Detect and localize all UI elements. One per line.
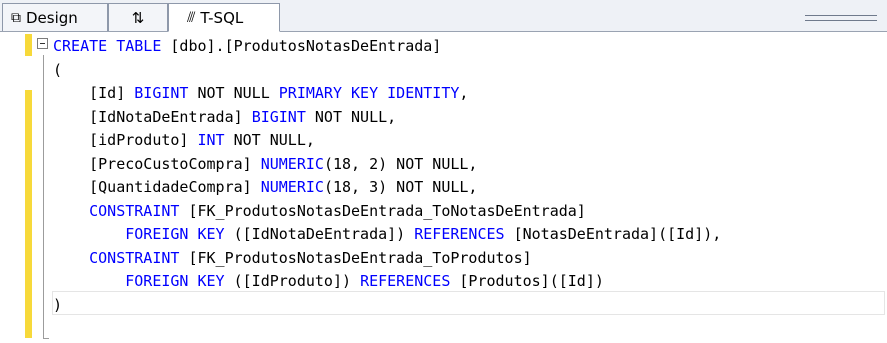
code-token: KEY xyxy=(351,84,379,102)
code-token: NOT NULL xyxy=(188,84,279,102)
swap-panes-button[interactable]: ⇅ xyxy=(108,3,168,31)
code-token: BIGINT xyxy=(251,107,306,126)
code-token: [Produtos]([Id]) xyxy=(450,272,604,290)
code-line: CREATE TABLE [dbo].[ProdutosNotasDeEntra… xyxy=(53,35,721,59)
code-line: FOREIGN KEY ([IdNotaDeEntrada]) REFERENC… xyxy=(53,223,721,247)
code-token: [IdNotaDeEntrada] xyxy=(53,107,252,126)
code-token: [FK_ProdutosNotasDeEntrada_ToProdutos] xyxy=(179,248,532,267)
code-token: CONSTRAINT xyxy=(89,248,180,267)
code-token: KEY xyxy=(197,225,225,243)
script-icon: ⫻ xyxy=(187,9,196,26)
code-token: , xyxy=(459,84,469,102)
code-token: ([IdProduto]) xyxy=(224,272,361,290)
code-line: FOREIGN KEY ([IdProduto]) REFERENCES [Pr… xyxy=(53,270,721,294)
code-line: CONSTRAINT [FK_ProdutosNotasDeEntrada_To… xyxy=(53,200,721,224)
code-token: FOREIGN xyxy=(125,272,189,290)
code-line: [IdNotaDeEntrada] BIGINT NOT NULL, xyxy=(53,106,721,130)
code-token: IDENTITY xyxy=(387,84,460,102)
code-token: NUMERIC xyxy=(260,154,324,173)
outline-guide-end xyxy=(43,338,49,339)
code-token: NUMERIC xyxy=(260,178,324,196)
code-token: ( xyxy=(53,60,63,79)
code-token: [Id] xyxy=(53,84,135,102)
outline-guide xyxy=(43,55,45,339)
change-marker xyxy=(25,90,32,338)
code-token: NOT NULL, xyxy=(305,107,397,126)
change-marker xyxy=(25,34,32,56)
code-token: REFERENCES xyxy=(414,225,505,243)
code-token: [dbo].[ProdutosNotasDeEntrada] xyxy=(161,37,442,55)
code-token: REFERENCES xyxy=(360,272,451,290)
code-area[interactable]: CREATE TABLE [dbo].[ProdutosNotasDeEntra… xyxy=(53,35,721,317)
code-token: TABLE xyxy=(116,37,162,55)
code-token: [QuantidadeCompra] xyxy=(53,178,261,196)
tsql-editor[interactable]: CREATE TABLE [dbo].[ProdutosNotasDeEntra… xyxy=(0,32,887,343)
code-token: (18, 3) NOT NULL, xyxy=(323,178,478,196)
code-token: ) xyxy=(53,295,63,314)
code-token: [NotasDeEntrada]([Id]), xyxy=(504,225,722,243)
code-token: [idProduto] xyxy=(53,131,198,149)
code-token: NOT NULL, xyxy=(224,131,315,149)
code-token: [PrecoCustoCompra] xyxy=(53,154,261,173)
swap-icon: ⇅ xyxy=(131,8,145,27)
tab-design-label: Design xyxy=(26,8,78,27)
code-token: ([IdNotaDeEntrada]) xyxy=(224,225,415,243)
code-token: CONSTRAINT xyxy=(89,201,180,220)
designer-tab-strip: ⧉ Design ⇅ ⫻ T-SQL xyxy=(0,0,887,32)
code-line: [idProduto] INT NOT NULL, xyxy=(53,129,721,153)
design-icon: ⧉ xyxy=(11,9,21,26)
code-token: PRIMARY xyxy=(278,84,342,102)
code-token: CREATE xyxy=(53,37,108,55)
code-token: [FK_ProdutosNotasDeEntrada_ToNotasDeEntr… xyxy=(179,201,586,220)
code-line: ) xyxy=(53,294,721,318)
tab-design[interactable]: ⧉ Design xyxy=(2,3,108,31)
code-token: KEY xyxy=(197,272,225,290)
code-line: [QuantidadeCompra] NUMERIC(18, 3) NOT NU… xyxy=(53,176,721,200)
code-line: [PrecoCustoCompra] NUMERIC(18, 2) NOT NU… xyxy=(53,153,721,177)
code-token: BIGINT xyxy=(134,84,189,102)
tab-tsql[interactable]: ⫻ T-SQL xyxy=(168,3,280,32)
splitter-grip[interactable] xyxy=(805,15,877,21)
code-token: INT xyxy=(197,131,225,149)
collapse-toggle[interactable] xyxy=(37,38,48,49)
code-token: FOREIGN xyxy=(125,225,189,243)
code-line: ( xyxy=(53,59,721,83)
tab-tsql-label: T-SQL xyxy=(200,8,244,27)
code-line: [Id] BIGINT NOT NULL PRIMARY KEY IDENTIT… xyxy=(53,82,721,106)
code-line: CONSTRAINT [FK_ProdutosNotasDeEntrada_To… xyxy=(53,247,721,271)
code-token: (18, 2) NOT NULL, xyxy=(323,154,478,173)
